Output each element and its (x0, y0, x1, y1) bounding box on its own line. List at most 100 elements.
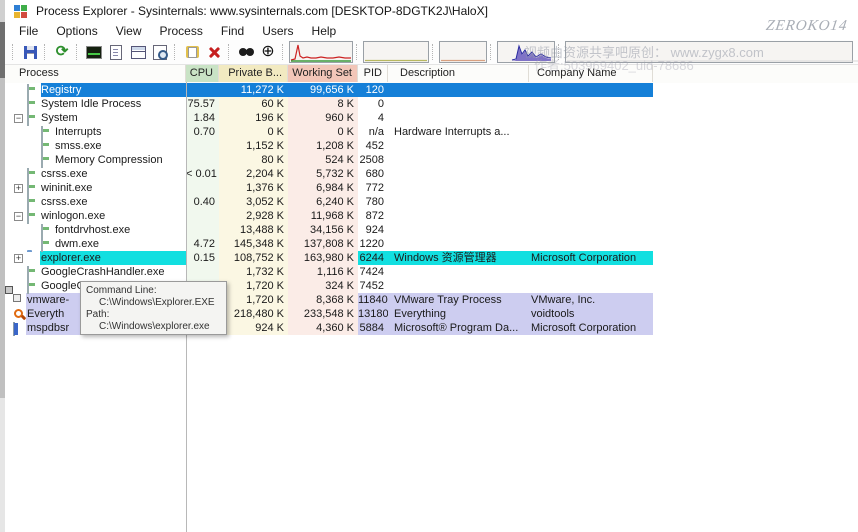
column-header-name[interactable]: Process (11, 65, 186, 82)
cell-ws: 137,808 K (288, 237, 358, 251)
cpu-usage-graph[interactable] (289, 41, 353, 63)
menu-help[interactable]: Help (303, 23, 346, 39)
cell-ws: 1,208 K (288, 139, 358, 153)
cell-company (529, 209, 653, 223)
cell-ws: 8,368 K (288, 293, 358, 307)
process-row[interactable]: fontdrvhost.exe 13,488 K 34,156 K 924 (5, 223, 858, 238)
system-information-button[interactable] (83, 42, 105, 62)
menu-view[interactable]: View (107, 23, 151, 39)
cell-priv: 11,272 K (240, 84, 284, 96)
column-header-pid[interactable]: PID (358, 65, 388, 82)
view-dlls-button[interactable] (149, 42, 171, 62)
cell-company (529, 139, 653, 153)
cell-cpu: 0.70 (186, 125, 219, 139)
menu-bar: File Options View Process Find Users Help (5, 22, 858, 40)
cell-ws: 11,968 K (288, 209, 358, 223)
cell-priv: 108,752 K (219, 251, 288, 265)
expand-toggle[interactable]: + (14, 183, 23, 193)
refresh-button[interactable] (51, 42, 73, 62)
column-header-desc[interactable]: Description (392, 65, 529, 82)
process-row[interactable]: Memory Compression 80 K 524 K 2508 (5, 153, 858, 168)
cell-cpu (186, 209, 219, 223)
physical-memory-graph[interactable] (439, 41, 487, 63)
cell-cpu: 75.57 (186, 97, 219, 111)
find-window-process-button[interactable] (257, 42, 279, 62)
toolbar-separator (558, 44, 562, 60)
cell-cpu: 0.15 (186, 251, 219, 265)
show-lower-pane-icon (130, 45, 146, 59)
cell-desc: VMware Tray Process (394, 294, 502, 306)
cell-pid: 11840 (358, 294, 388, 306)
process-row[interactable]: + wininit.exe 1,376 K 6,984 K 772 (5, 181, 858, 196)
process-icon-generic (27, 98, 29, 112)
cell-desc: Windows 资源管理器 (394, 252, 497, 264)
column-header-company[interactable]: Company Name (529, 65, 653, 82)
io-graph[interactable] (497, 41, 555, 63)
process-name: explorer.exe (41, 252, 101, 264)
cell-priv: 1,720 K (219, 279, 288, 293)
process-row[interactable]: csrss.exe 0.40 3,052 K 6,240 K 780 (5, 195, 858, 210)
find-window-process-icon (260, 44, 276, 60)
tooltip-line: C:\Windows\explorer.exe (99, 321, 210, 332)
cell-cpu (186, 139, 219, 153)
menu-users[interactable]: Users (253, 23, 302, 39)
cell-priv: 1,376 K (219, 181, 288, 195)
cell-company (529, 181, 653, 195)
collapse-toggle[interactable]: − (14, 113, 23, 123)
show-lower-pane-button[interactable] (127, 42, 149, 62)
cell-company: VMware, Inc. (531, 294, 596, 306)
show-handles-icon (110, 44, 122, 60)
cell-company (529, 223, 653, 237)
process-row[interactable]: Interrupts 0.70 0 K0 Kn/a Hardware Interrup… (5, 125, 858, 140)
cell-cpu (186, 223, 219, 237)
cell-desc: Microsoft® Program Da... (394, 322, 519, 334)
column-header-cpu[interactable]: CPU (186, 65, 219, 82)
column-header-priv[interactable]: Private B... (219, 65, 288, 82)
process-row[interactable]: Registry 11,272 K 99,656 K 120 (5, 83, 858, 98)
gpu-graph[interactable] (565, 41, 858, 63)
column-header-ws[interactable]: Working Set (288, 65, 358, 82)
properties-button[interactable] (181, 42, 203, 62)
process-row[interactable]: + explorer.exe 0.15 108,752 K 163,980 K 6244 W… (5, 251, 858, 265)
cell-pid: 13180 (358, 308, 388, 320)
refresh-icon (55, 45, 70, 60)
cell-pid: 780 (365, 196, 384, 208)
menu-find[interactable]: Find (212, 23, 253, 39)
process-icon-generic (41, 238, 43, 252)
cell-pid: 872 (365, 210, 384, 222)
kill-process-button[interactable] (203, 42, 225, 62)
menu-file[interactable]: File (10, 23, 47, 39)
cell-priv: 196 K (219, 111, 288, 125)
cell-pid: 120 (365, 84, 384, 96)
process-row[interactable]: csrss.exe < 0.01 2,204 K 5,732 K 680 (5, 167, 858, 182)
process-row[interactable]: GoogleCrashHandler.exe 1,732 K 1,116 K 7424 (5, 265, 858, 280)
cell-ws: 34,156 K (288, 223, 358, 237)
process-row[interactable]: dwm.exe 4.72 145,348 K 137,808 K 1220 (5, 237, 858, 252)
cell-priv: 145,348 K (219, 237, 288, 251)
toolbar-separator (228, 44, 232, 60)
window-body: Process Explorer - Sysinternals: www.sys… (5, 0, 858, 532)
cell-pid: 6244 (359, 252, 384, 264)
show-handles-button[interactable] (105, 42, 127, 62)
save-button[interactable] (19, 42, 41, 62)
process-row[interactable]: − winlogon.exe 2,928 K 11,968 K 872 (5, 209, 858, 224)
menu-options[interactable]: Options (47, 23, 106, 39)
collapse-toggle[interactable]: − (14, 211, 23, 221)
cell-ws: 6,984 K (288, 181, 358, 195)
cell-pid: 452 (365, 140, 384, 152)
app-icon[interactable] (14, 4, 28, 18)
cell-cpu: < 0.01 (186, 167, 219, 181)
process-row[interactable]: System Idle Process 75.57 60 K8 K 0 (5, 97, 858, 112)
commit-graph[interactable] (363, 41, 429, 63)
menu-process[interactable]: Process (151, 23, 212, 39)
cell-ws: 5,732 K (288, 167, 358, 181)
cell-company: Microsoft Corporation (531, 252, 637, 264)
cell-priv: 80 K (219, 153, 288, 167)
expand-toggle[interactable]: + (14, 253, 23, 263)
process-row[interactable]: − System 1.84 196 K 960 K 4 (5, 111, 858, 126)
find-handle-button[interactable] (235, 42, 257, 62)
process-name: System Idle Process (41, 98, 142, 110)
cell-priv: 924 K (219, 321, 288, 335)
process-row[interactable]: smss.exe 1,152 K 1,208 K 452 (5, 139, 858, 154)
process-icon-generic (41, 140, 43, 154)
